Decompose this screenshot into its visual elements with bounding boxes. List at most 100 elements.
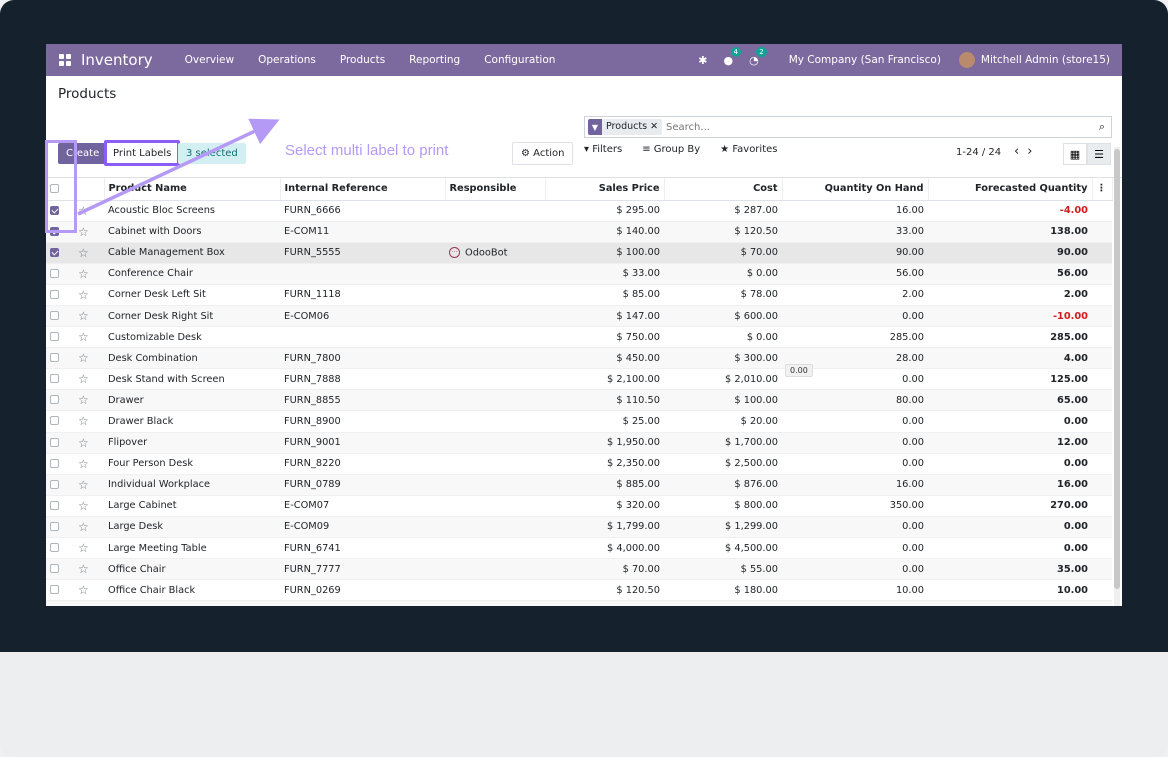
star-icon[interactable]: ☆ xyxy=(78,330,89,344)
cell-quantity-on-hand: 0.00 xyxy=(782,410,928,433)
star-icon[interactable]: ☆ xyxy=(78,351,89,365)
row-checkbox[interactable] xyxy=(50,479,59,489)
star-icon[interactable]: ☆ xyxy=(78,414,89,428)
pager-value[interactable]: 1-24 / 24 xyxy=(956,147,1001,158)
star-icon[interactable]: ☆ xyxy=(78,204,89,218)
company-switcher[interactable]: My Company (San Francisco) xyxy=(789,54,941,66)
table-row[interactable]: ☆ Corner Desk Right Sit E-COM06 $ 147.00 $ 6… xyxy=(46,305,1112,328)
table-row[interactable]: ☆ Drawer FURN_8855 $ 110.50 $ 100.00 80.00 65.… xyxy=(46,389,1112,412)
search-input[interactable] xyxy=(666,121,1093,133)
row-checkbox[interactable] xyxy=(50,353,59,363)
menu-products[interactable]: Products xyxy=(340,54,385,66)
star-icon[interactable]: ☆ xyxy=(78,225,89,239)
row-checkbox[interactable] xyxy=(50,289,59,299)
star-icon[interactable]: ☆ xyxy=(78,436,89,450)
star-icon[interactable]: ☆ xyxy=(78,372,89,386)
row-checkbox[interactable] xyxy=(50,458,59,468)
list-view-icon[interactable]: ☰ xyxy=(1087,143,1111,165)
selected-count-badge[interactable]: 3 selected xyxy=(178,143,246,164)
row-checkbox[interactable] xyxy=(50,247,59,257)
col-responsible[interactable]: Responsible xyxy=(445,178,546,201)
row-select-cell xyxy=(46,432,74,454)
group-by-button[interactable]: ≡ Group By xyxy=(642,144,710,155)
app-name[interactable]: Inventory xyxy=(81,51,153,69)
table-row[interactable]: ☆ Large Cabinet E-COM07 $ 320.00 $ 800.00 350… xyxy=(46,495,1112,517)
kanban-view-icon[interactable]: ▦ xyxy=(1063,143,1087,165)
row-checkbox[interactable] xyxy=(50,332,59,342)
star-icon[interactable]: ☆ xyxy=(78,520,89,534)
row-checkbox[interactable] xyxy=(50,543,59,553)
star-icon[interactable]: ☆ xyxy=(78,478,89,492)
table-row[interactable]: ☆ Individual Workplace FURN_0789 $ 885.00 $ … xyxy=(46,474,1112,496)
optional-columns-icon[interactable]: ⋮ xyxy=(1092,178,1113,201)
star-icon[interactable]: ☆ xyxy=(78,562,89,576)
row-checkbox[interactable] xyxy=(50,374,59,384)
table-row[interactable]: ☆ Drawer Black FURN_8900 $ 25.00 $ 20.00 0.00… xyxy=(46,410,1112,433)
col-product-name[interactable]: Product Name xyxy=(104,178,281,201)
table-row[interactable]: ☆ Cable Management Box FURN_5555 ··· OdooBot… xyxy=(46,242,1112,264)
table-row[interactable]: ☆ Four Person Desk FURN_8220 $ 2,350.00 $ 2,… xyxy=(46,453,1112,475)
action-button[interactable]: ⚙ Action xyxy=(512,142,574,165)
chevron-right-icon[interactable]: › xyxy=(1027,144,1040,159)
cell-quantity-on-hand: 0.00 xyxy=(782,305,928,328)
chevron-left-icon[interactable]: ‹ xyxy=(1014,144,1027,159)
row-checkbox[interactable] xyxy=(50,564,59,574)
row-checkbox[interactable] xyxy=(50,437,59,447)
bug-icon[interactable]: ✱ xyxy=(698,54,707,67)
star-icon[interactable]: ☆ xyxy=(78,267,89,281)
cell-cost: $ 55.00 xyxy=(664,558,782,581)
table-row[interactable]: ☆ Desk Combination FURN_7800 $ 450.00 $ 300.… xyxy=(46,347,1112,370)
row-checkbox[interactable] xyxy=(50,268,59,278)
messages-icon[interactable]: ● 4 xyxy=(723,46,742,67)
col-cost[interactable]: Cost xyxy=(664,178,783,201)
row-checkbox[interactable] xyxy=(50,500,59,510)
col-forecasted-quantity[interactable]: Forecasted Quantity xyxy=(928,178,1093,201)
menu-overview[interactable]: Overview xyxy=(185,54,234,66)
favorites-button[interactable]: ★ Favorites xyxy=(720,144,787,155)
table-scrollbar[interactable] xyxy=(1114,147,1120,606)
table-row[interactable]: ☆ Desk Stand with Screen FURN_7888 $ 2,100.… xyxy=(46,368,1112,391)
star-icon[interactable]: ☆ xyxy=(78,583,89,597)
table-row[interactable]: ☆ Conference Chair $ 33.00 $ 0.00 56.00 56.00 xyxy=(46,263,1112,285)
table-row[interactable]: ☆ Corner Desk Left Sit FURN_1118 $ 85.00 $ 7… xyxy=(46,284,1112,306)
menu-operations[interactable]: Operations xyxy=(258,54,316,66)
row-checkbox[interactable] xyxy=(50,585,59,595)
star-icon[interactable]: ☆ xyxy=(78,541,89,555)
table-row[interactable]: ☆ Office Design SoftwareFURN_9999 $ 280.00… xyxy=(46,600,1112,606)
col-sales-price[interactable]: Sales Price xyxy=(545,178,665,201)
menu-configuration[interactable]: Configuration xyxy=(484,54,555,66)
col-quantity-on-hand[interactable]: Quantity On Hand xyxy=(782,178,929,201)
star-icon[interactable]: ☆ xyxy=(78,309,89,323)
activities-icon[interactable]: ◔ 2 xyxy=(749,46,767,67)
table-row[interactable]: ☆ Large Meeting Table FURN_6741 $ 4,000.00 $… xyxy=(46,537,1112,560)
print-labels-button[interactable]: Print Labels xyxy=(104,140,181,166)
table-row[interactable]: ☆ Large Desk E-COM09 $ 1,799.00 $ 1,299.00 0.… xyxy=(46,516,1112,539)
user-menu[interactable]: Mitchell Admin (store15) xyxy=(981,54,1110,66)
scrollbar-thumb[interactable] xyxy=(1114,149,1120,589)
cell-product-name: Cabinet with Doors xyxy=(104,221,280,243)
star-icon[interactable]: ☆ xyxy=(78,499,89,513)
table-row[interactable]: ☆ Acoustic Bloc Screens FURN_6666 $ 295.00 $… xyxy=(46,200,1112,222)
row-checkbox[interactable] xyxy=(50,395,59,405)
table-row[interactable]: ☆ Office Chair FURN_7777 $ 70.00 $ 55.00 0.00… xyxy=(46,558,1112,581)
row-checkbox[interactable] xyxy=(50,311,59,321)
search-icon[interactable]: ⌕ xyxy=(1093,120,1111,134)
table-row[interactable]: ☆ Office Chair Black FURN_0269 $ 120.50 $ 18… xyxy=(46,579,1112,602)
col-internal-reference[interactable]: Internal Reference xyxy=(280,178,446,201)
user-avatar[interactable] xyxy=(958,52,975,68)
star-icon[interactable]: ☆ xyxy=(78,288,89,302)
table-row[interactable]: ☆ Cabinet with Doors E-COM11 $ 140.00 $ 120.… xyxy=(46,221,1112,243)
menu-reporting[interactable]: Reporting xyxy=(409,54,460,66)
filters-button[interactable]: ▾ Filters xyxy=(584,144,632,155)
row-select-cell xyxy=(46,558,74,581)
row-checkbox[interactable] xyxy=(50,416,59,426)
table-row[interactable]: ☆ Flipover FURN_9001 $ 1,950.00 $ 1,700.00 0.… xyxy=(46,432,1112,454)
star-icon[interactable]: ☆ xyxy=(78,604,89,606)
close-icon[interactable]: ✕ xyxy=(650,121,658,132)
row-checkbox[interactable] xyxy=(50,521,59,531)
star-icon[interactable]: ☆ xyxy=(78,393,89,407)
apps-grid-icon[interactable] xyxy=(57,52,73,68)
star-icon[interactable]: ☆ xyxy=(78,246,89,260)
star-icon[interactable]: ☆ xyxy=(78,457,89,471)
table-row[interactable]: ☆ Customizable Desk $ 750.00 $ 0.00 285.00 28… xyxy=(46,326,1112,349)
